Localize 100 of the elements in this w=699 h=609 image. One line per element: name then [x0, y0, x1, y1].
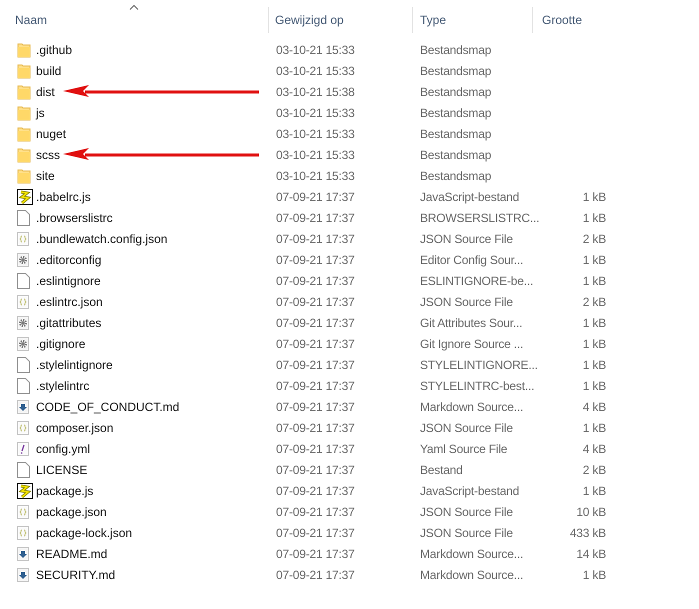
file-row[interactable]: site 03-10-21 15:33 Bestandsmap	[0, 165, 699, 186]
file-row[interactable]: .gitignore 07-09-21 17:37 Git Ignore Source ... 1 kB	[0, 333, 699, 354]
modified-date: 03-10-21 15:33	[276, 64, 356, 78]
file-size: 2 kB	[582, 462, 606, 476]
file-row[interactable]: package.js 07-09-21 17:37 JavaScript-bestand 1 kB	[0, 480, 699, 501]
column-header[interactable]: Gewijzigd op	[269, 6, 413, 32]
modified-date: 07-09-21 17:37	[276, 462, 356, 476]
modified-date: 07-09-21 17:37	[276, 294, 356, 308]
modified-date: 07-09-21 17:37	[276, 232, 356, 246]
file-row[interactable]: build 03-10-21 15:33 Bestandsmap	[0, 60, 699, 81]
column-header[interactable]: Naam	[0, 6, 269, 32]
sort-caret-icon	[129, 4, 139, 10]
file-name: scss	[35, 148, 61, 162]
file-type: Bestandsmap	[420, 64, 492, 78]
file-row[interactable]: config.yml 07-09-21 17:37 Yaml Source File 4 kB	[0, 438, 699, 459]
file-name: .browserslistrc	[35, 210, 114, 224]
folder-icon	[17, 146, 31, 162]
modified-date: 07-09-21 17:37	[276, 504, 356, 518]
modified-date: 03-10-21 15:33	[276, 126, 356, 140]
folder-icon	[17, 126, 31, 142]
modified-date: 07-09-21 17:37	[276, 568, 356, 582]
modified-date: 07-09-21 17:37	[276, 252, 356, 266]
file-icon	[17, 356, 30, 372]
file-row[interactable]: nuget 03-10-21 15:33 Bestandsmap	[0, 123, 699, 144]
column-header[interactable]: Type	[413, 6, 533, 32]
file-row[interactable]: .eslintignore 07-09-21 17:37 ESLINTIGNORE-be... 1 kB	[0, 270, 699, 291]
file-name: js	[34, 106, 46, 120]
modified-date: 03-10-21 15:33	[276, 42, 356, 56]
file-type: Markdown Source...	[420, 546, 524, 560]
file-type: Markdown Source...	[420, 400, 524, 414]
file-name: LICENSE	[35, 462, 88, 476]
column-header[interactable]: Grootte	[533, 6, 623, 32]
modified-date: 07-09-21 17:37	[276, 358, 356, 372]
modified-date: 07-09-21 17:37	[276, 210, 356, 224]
braces-file-icon	[17, 420, 29, 434]
file-name: .eslintignore	[35, 274, 102, 288]
file-row[interactable]: package-lock.json 07-09-21 17:37 JSON Source File 433 kB	[0, 522, 699, 543]
file-name: .stylelintrc	[35, 378, 90, 392]
file-size: 1 kB	[582, 378, 606, 392]
modified-date: 03-10-21 15:33	[276, 148, 356, 162]
file-name: config.yml	[35, 442, 92, 456]
file-type: Git Ignore Source ...	[420, 336, 524, 350]
file-row[interactable]: package.json 07-09-21 17:37 JSON Source File 10 kB	[0, 501, 699, 522]
file-name: README.md	[35, 546, 108, 560]
file-row[interactable]: .stylelintrc 07-09-21 17:37 STYLELINTRC-best... 1 kB	[0, 375, 699, 396]
file-name: site	[35, 168, 56, 182]
file-row[interactable]: .browserslistrc 07-09-21 17:37 BROWSERSLISTRC... 1 kB	[0, 207, 699, 228]
file-type: Bestandsmap	[420, 106, 492, 120]
file-row[interactable]: .babelrc.js 07-09-21 17:37 JavaScript-bestand 1 kB	[0, 186, 699, 207]
modified-date: 07-09-21 17:37	[276, 336, 356, 350]
modified-date: 07-09-21 17:37	[276, 526, 356, 540]
modified-date: 07-09-21 17:37	[276, 400, 356, 414]
folder-icon	[17, 84, 31, 100]
file-type: JSON Source File	[420, 420, 514, 434]
file-icon	[17, 378, 30, 394]
file-type: ESLINTIGNORE-be...	[420, 274, 534, 288]
file-name: dist	[35, 84, 56, 98]
file-type: JavaScript-bestand	[420, 484, 520, 498]
file-row[interactable]: .eslintrc.json 07-09-21 17:37 JSON Source File 2 kB	[0, 291, 699, 312]
folder-icon	[17, 62, 31, 78]
file-row[interactable]: composer.json 07-09-21 17:37 JSON Source File 1 kB	[0, 417, 699, 438]
file-row[interactable]: README.md 07-09-21 17:37 Markdown Source... 14 kB	[0, 543, 699, 564]
file-name: .gitattributes	[35, 316, 102, 330]
file-type: Git Attributes Sour...	[420, 316, 524, 330]
file-type: Bestandsmap	[420, 84, 492, 98]
file-type: JSON Source File	[420, 504, 514, 518]
file-row[interactable]: .gitattributes 07-09-21 17:37 Git Attributes Sour... 1 kB	[0, 312, 699, 333]
yaml-file-icon	[17, 442, 29, 456]
markdown-file-icon	[17, 546, 29, 560]
file-row[interactable]: .github 03-10-21 15:33 Bestandsmap	[0, 39, 699, 60]
file-name: .babelrc.js	[35, 190, 92, 204]
file-row[interactable]: SECURITY.md 07-09-21 17:37 Markdown Source... 1 kB	[0, 564, 699, 585]
file-name: .editorconfig	[35, 252, 102, 266]
gear-file-icon	[17, 316, 29, 330]
file-size: 1 kB	[582, 568, 606, 582]
file-row[interactable]: CODE_OF_CONDUCT.md 07-09-21 17:37 Markdown Source... 4 kB	[0, 396, 699, 417]
file-row[interactable]: .editorconfig 07-09-21 17:37 Editor Config Sour... 1 kB	[0, 249, 699, 270]
file-row[interactable]: LICENSE 07-09-21 17:37 Bestand 2 kB	[0, 459, 699, 480]
modified-date: 03-10-21 15:33	[276, 168, 356, 182]
file-size: 1 kB	[582, 252, 606, 266]
file-row[interactable]: scss 03-10-21 15:33 Bestandsmap	[0, 144, 699, 165]
modified-date: 07-09-21 17:37	[276, 378, 356, 392]
file-name: package-lock.json	[35, 526, 134, 540]
file-name: composer.json	[35, 420, 114, 434]
file-row[interactable]: dist 03-10-21 15:38 Bestandsmap	[0, 81, 699, 102]
file-row[interactable]: js 03-10-21 15:33 Bestandsmap	[0, 102, 699, 123]
file-icon	[17, 272, 30, 288]
file-row[interactable]: .bundlewatch.config.json 07-09-21 17:37 JSON Source File 2 kB	[0, 228, 699, 249]
file-type: Yaml Source File	[420, 442, 508, 456]
file-type: STYLELINTRC-best...	[420, 378, 536, 392]
file-type: Bestandsmap	[420, 42, 492, 56]
markdown-file-icon	[17, 568, 29, 582]
folder-icon	[17, 104, 31, 120]
modified-date: 03-10-21 15:33	[276, 106, 356, 120]
file-row[interactable]: .stylelintignore 07-09-21 17:37 STYLELINTIGNORE... 1 kB	[0, 354, 699, 375]
file-type: JSON Source File	[420, 232, 514, 246]
gear-file-icon	[17, 252, 29, 266]
file-name: build	[35, 64, 62, 78]
modified-date: 07-09-21 17:37	[276, 190, 356, 204]
file-size: 2 kB	[582, 294, 606, 308]
